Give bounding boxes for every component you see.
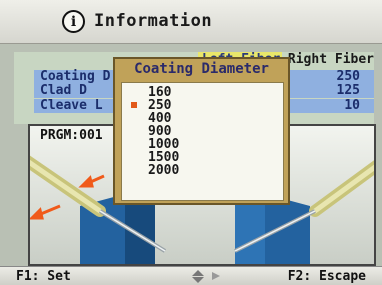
row-value: 125	[336, 83, 360, 98]
coating-diameter-dialog: Coating Diameter 160 250 400 900 1000 15…	[113, 57, 290, 205]
footer-bar: F1: Set F2: Escape	[0, 266, 382, 285]
info-icon: i	[62, 10, 85, 33]
f1-set-button[interactable]: F1: Set	[16, 269, 71, 284]
row-label: Clad D	[40, 83, 87, 98]
option-item[interactable]: 2000	[148, 164, 208, 177]
header-bar: i Information	[0, 0, 382, 44]
row-value: 250	[336, 69, 360, 84]
option-list: 160 250 400 900 1000 1500 2000	[121, 82, 284, 201]
f2-escape-button[interactable]: F2: Escape	[288, 269, 366, 284]
page-title: Information	[94, 11, 213, 31]
selection-marker-icon	[131, 102, 137, 108]
row-label: Cleave L	[40, 98, 103, 113]
column-header-right-fiber: Right Fiber	[287, 52, 374, 67]
row-value: 10	[344, 98, 360, 113]
nav-arrows-icon[interactable]	[190, 268, 230, 284]
row-label: Coating D	[40, 69, 111, 84]
screen: i Information Left Fiber Right Fiber Coa…	[0, 0, 382, 285]
dialog-title: Coating Diameter	[134, 61, 269, 77]
